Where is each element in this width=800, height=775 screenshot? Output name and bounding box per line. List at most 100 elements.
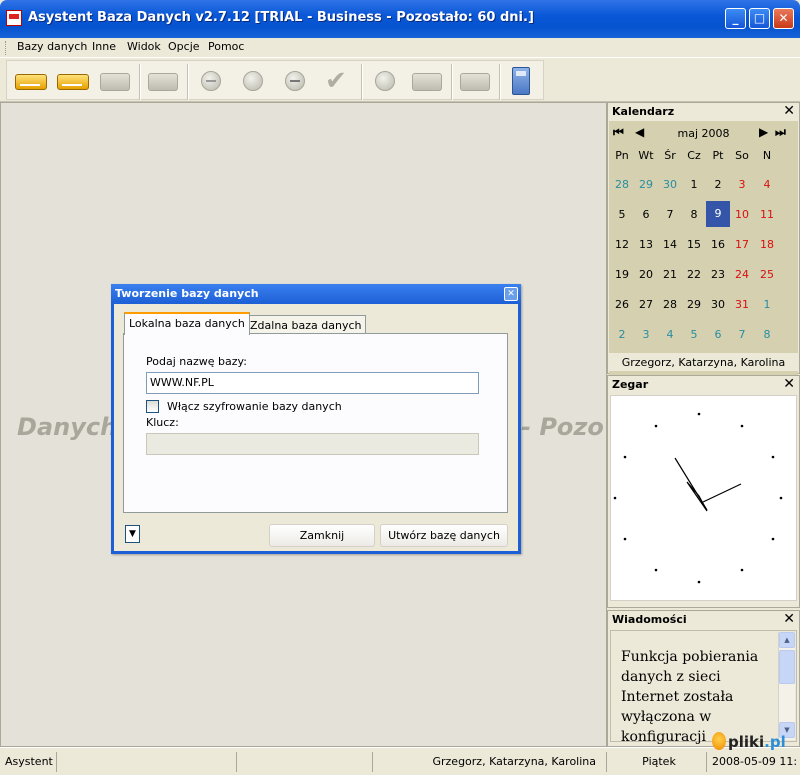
calendar-day[interactable]: 2	[706, 178, 730, 191]
calendar-day[interactable]: 7	[730, 328, 754, 341]
calendar-day[interactable]: 30	[706, 298, 730, 311]
calendar-day[interactable]: 28	[658, 298, 682, 311]
menu-bazy-danych[interactable]: Bazy danych	[17, 40, 87, 53]
calendar-day[interactable]: 7	[658, 208, 682, 221]
calendar-day-name: Cz	[687, 149, 701, 162]
clock-panel: Zegar ✕	[607, 375, 800, 608]
tab-local-database[interactable]: Lokalna baza danych	[124, 312, 250, 335]
export-icon[interactable]	[457, 66, 493, 96]
create-database-dialog: Tworzenie bazy danych ✕ Lokalna baza dan…	[111, 284, 521, 554]
database-delete-icon[interactable]	[97, 66, 133, 96]
calendar-day[interactable]: 8	[682, 208, 706, 221]
calendar-day[interactable]: 18	[755, 238, 779, 251]
calendar-namedays: Grzegorz, Katarzyna, Karolina	[609, 353, 798, 371]
calendar-day[interactable]: 4	[755, 178, 779, 191]
scroll-thumb[interactable]	[779, 650, 795, 684]
calendar-day[interactable]: 28	[610, 178, 634, 191]
calendar-month: maj 2008	[677, 127, 730, 140]
calendar-day[interactable]: 27	[634, 298, 658, 311]
menu-widok[interactable]: Widok	[127, 40, 161, 53]
dialog-title: Tworzenie bazy danych	[115, 287, 259, 300]
calendar-day[interactable]: 29	[682, 298, 706, 311]
calendar-day[interactable]: 16	[706, 238, 730, 251]
calendar-day[interactable]: 29	[634, 178, 658, 191]
calendar-day[interactable]: 22	[682, 268, 706, 281]
toolbar-separator	[139, 64, 141, 100]
calendar-day[interactable]: 26	[610, 298, 634, 311]
toolbar: ✔	[0, 58, 800, 102]
calendar-day[interactable]: 6	[706, 328, 730, 341]
calendar-day[interactable]: 30	[658, 178, 682, 191]
app-icon[interactable]	[6, 10, 22, 26]
options-dropdown-button[interactable]: ▼	[125, 525, 140, 543]
record-icon[interactable]	[235, 66, 271, 96]
calendar-day[interactable]: 4	[658, 328, 682, 341]
scroll-up-icon[interactable]: ▲	[779, 632, 795, 648]
calendar-day[interactable]: 24	[730, 268, 754, 281]
calendar-day[interactable]: 20	[634, 268, 658, 281]
close-dialog-button[interactable]: Zamknij	[269, 524, 375, 547]
calendar-day[interactable]: 2	[610, 328, 634, 341]
clock-title: Zegar	[612, 378, 649, 391]
menu-bar: Bazy danych Inne Widok Opcje Pomoc	[0, 38, 800, 58]
minimize-button[interactable]: _	[725, 8, 746, 29]
calendar-close-icon[interactable]: ✕	[783, 103, 795, 119]
calendar-day[interactable]: 21	[658, 268, 682, 281]
refresh-icon[interactable]	[367, 66, 403, 96]
calendar-day[interactable]: 5	[610, 208, 634, 221]
calendar-day[interactable]: 5	[682, 328, 706, 341]
calculator-icon[interactable]	[503, 66, 539, 96]
calendar-day[interactable]: 3	[634, 328, 658, 341]
calendar-day[interactable]: 19	[610, 268, 634, 281]
create-database-button[interactable]: Utwórz bazę danych	[380, 524, 508, 547]
calendar-day-name: Pn	[615, 149, 629, 162]
calendar-day[interactable]: 10	[730, 208, 754, 221]
menu-opcje[interactable]: Opcje	[168, 40, 200, 53]
check-icon[interactable]: ✔	[321, 66, 357, 96]
calendar-day[interactable]: 11	[755, 208, 779, 221]
menu-inne[interactable]: Inne	[92, 40, 116, 53]
messages-close-icon[interactable]: ✕	[783, 611, 795, 627]
calendar-day[interactable]: 9	[706, 201, 730, 227]
calendar-day[interactable]: 23	[706, 268, 730, 281]
remove-icon[interactable]	[277, 66, 313, 96]
pliki-logo: pliki.pl	[712, 732, 800, 758]
dialog-close-icon[interactable]: ✕	[504, 287, 518, 301]
key-input[interactable]	[146, 433, 479, 455]
tab-panel: Podaj nazwę bazy: WWW.NF.PL Włącz szyfro…	[123, 333, 508, 513]
add-icon[interactable]	[193, 66, 229, 96]
maximize-button[interactable]: □	[749, 8, 770, 29]
encrypt-checkbox[interactable]	[146, 400, 159, 413]
calendar-day[interactable]: 13	[634, 238, 658, 251]
status-namedays: Grzegorz, Katarzyna, Karolina	[372, 752, 606, 772]
close-button[interactable]: ✕	[773, 8, 794, 29]
messages-scrollbar[interactable]: ▲ ▼	[778, 632, 795, 740]
database-icon[interactable]	[55, 66, 91, 96]
toolbar-separator	[499, 64, 501, 100]
calendar-day[interactable]: 31	[730, 298, 754, 311]
dialog-title-bar[interactable]: Tworzenie bazy danych ✕	[111, 284, 521, 304]
calendar-day[interactable]: 17	[730, 238, 754, 251]
database-open-icon[interactable]	[13, 66, 49, 96]
calendar-day[interactable]: 15	[682, 238, 706, 251]
next-month-icon[interactable]: ▶	[759, 125, 768, 139]
status-app: Asystent	[5, 755, 53, 768]
menu-pomoc[interactable]: Pomoc	[208, 40, 244, 53]
calendar-day[interactable]: 3	[730, 178, 754, 191]
calendar-body: ⏮ ◀ maj 2008 ▶ ⏭ Pn Wt Śr Cz Pt So N 28 29 30 1 2 3…	[609, 121, 798, 376]
toolbar-separator	[451, 64, 453, 100]
calendar-day[interactable]: 1	[755, 298, 779, 311]
database-name-input[interactable]: WWW.NF.PL	[146, 372, 479, 394]
calendar-day[interactable]: 8	[755, 328, 779, 341]
calendar-day[interactable]: 6	[634, 208, 658, 221]
printer-icon[interactable]	[145, 66, 181, 96]
messages-header: Wiadomości ✕	[608, 611, 799, 629]
calendar-day[interactable]: 14	[658, 238, 682, 251]
last-month-icon[interactable]: ⏭	[775, 125, 786, 140]
calendar-day[interactable]: 12	[610, 238, 634, 251]
clock-close-icon[interactable]: ✕	[783, 376, 795, 392]
form-icon[interactable]	[409, 66, 445, 96]
menu-grip	[5, 41, 8, 55]
calendar-day[interactable]: 1	[682, 178, 706, 191]
calendar-day[interactable]: 25	[755, 268, 779, 281]
